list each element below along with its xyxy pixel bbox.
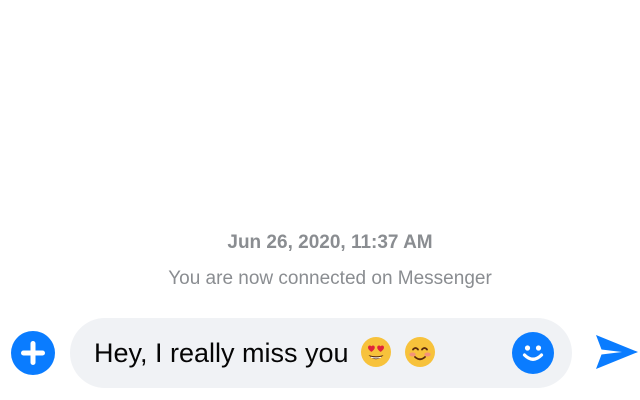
smiley-icon: [522, 345, 544, 361]
connection-notice: You are now connected on Messenger: [168, 268, 492, 289]
messenger-chat-screen: Jun 26, 2020, 11:37 AM You are now conne…: [0, 0, 640, 400]
add-attachment-button[interactable]: [11, 331, 55, 375]
message-composer: Hey, I really miss you: [0, 314, 640, 392]
message-input-field[interactable]: Hey, I really miss you: [70, 318, 572, 388]
conversation-timestamp: Jun 26, 2020, 11:37 AM: [227, 232, 433, 253]
emoji-picker-button[interactable]: [512, 332, 554, 374]
conversation-area: Jun 26, 2020, 11:37 AM You are now conne…: [0, 0, 640, 310]
plus-circle-icon: [21, 341, 45, 365]
send-button[interactable]: [592, 330, 640, 374]
blushing-smile-emoji: [404, 336, 436, 368]
message-input-content[interactable]: Hey, I really miss you: [94, 318, 436, 388]
heart-eyes-emoji: [360, 336, 392, 368]
send-arrow-icon: [596, 335, 638, 369]
message-input-text: Hey, I really miss you: [94, 338, 349, 368]
